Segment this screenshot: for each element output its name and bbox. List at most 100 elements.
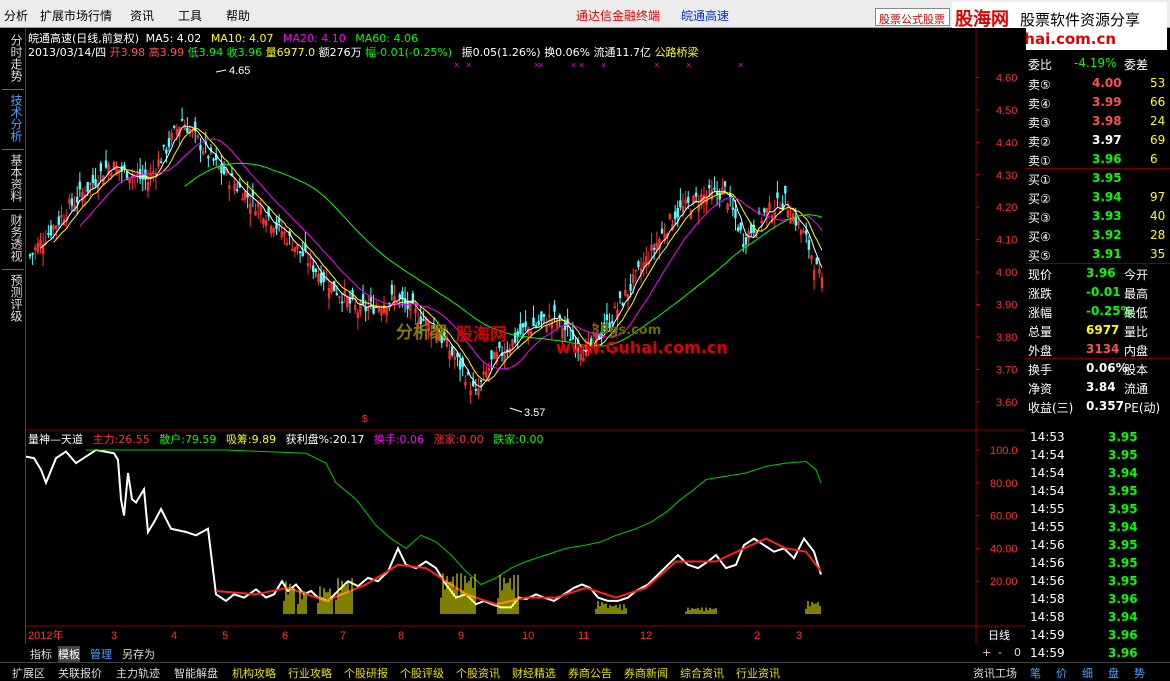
x-axis-label: 5 xyxy=(222,630,228,642)
buy-price: 3.95 xyxy=(1092,171,1122,185)
candle-body xyxy=(534,325,538,327)
btn-indicator[interactable]: 指标 xyxy=(30,646,52,662)
sub-legend: 量神—天道 主力:26.55 散户:79.59 吸筹:9.89 获利盘%:20.… xyxy=(28,431,543,447)
ad-box[interactable]: 股票公式股票 xyxy=(875,8,950,26)
tick-row[interactable]: 14:54 3.95 xyxy=(1026,446,1170,464)
tick-row[interactable]: 14:58 3.94 xyxy=(1026,608,1170,626)
buy-label: 买② xyxy=(1028,192,1051,206)
tick-row[interactable]: 14:58 3.96 xyxy=(1026,590,1170,608)
candle-body xyxy=(173,125,176,128)
ind-retail-label: 散户: xyxy=(159,433,185,446)
stat-label: 外盘 xyxy=(1028,344,1053,358)
stat-row: 换手 0.06% 股本 xyxy=(1026,359,1170,378)
candle-body xyxy=(94,179,97,186)
footer-news-item[interactable]: 券商公告 xyxy=(568,665,612,681)
stat-row: 现价 3.96 今开 xyxy=(1026,264,1170,283)
footer-news-item[interactable]: 机构攻略 xyxy=(232,665,276,681)
tab-rating[interactable]: 预测评级 xyxy=(4,274,23,322)
sell-price: 3.99 xyxy=(1092,95,1122,109)
turn-label: 换 xyxy=(544,46,556,59)
menu-help[interactable]: 帮助 xyxy=(226,7,250,24)
tab-intraday[interactable]: 分时走势 xyxy=(4,34,23,82)
sector-label[interactable]: 公路桥梁 xyxy=(655,46,699,59)
tab-basic-info[interactable]: 基本资料 xyxy=(4,154,23,202)
tick-row[interactable]: 14:59 3.96 xyxy=(1026,626,1170,644)
tick-row[interactable]: 14:55 3.95 xyxy=(1026,500,1170,518)
zoom-out-button[interactable]: - xyxy=(998,646,1002,659)
tick-price: 3.94 xyxy=(1108,610,1138,624)
chart-canvas[interactable]: 4.60 4.50 4.40 4.30 4.20 4.10 4.00 3.90 3.80 3.70… xyxy=(26,28,1026,644)
footer-news-item[interactable]: 行业攻略 xyxy=(288,665,332,681)
watermark-2: 股海网 xyxy=(456,325,507,345)
footer-mini-tab[interactable]: 细 xyxy=(1082,665,1093,681)
watermark-3: www.Guhai.com.cn xyxy=(556,338,728,357)
tick-time: 14:54 xyxy=(1030,448,1065,462)
btn-template[interactable]: 模板 xyxy=(58,646,80,662)
tick-row[interactable]: 14:55 3.94 xyxy=(1026,518,1170,536)
footer-news-item[interactable]: 综合资讯 xyxy=(680,665,724,681)
footer-corner[interactable]: 资讯工场 xyxy=(973,665,1017,681)
promo-stock[interactable]: 皖通高速 xyxy=(681,7,729,24)
tick-row[interactable]: 14:53 3.95 xyxy=(1026,428,1170,446)
sub-tick-label: 80.00 xyxy=(990,478,1018,490)
candle-body xyxy=(335,292,339,296)
buy-volume: 40 xyxy=(1150,209,1166,223)
candle-body xyxy=(319,272,323,284)
stat-right-label: PE(动) xyxy=(1124,401,1161,415)
ind-dec: 跌家:0.00 xyxy=(493,433,543,446)
tick-row[interactable]: 14:59 3.96 xyxy=(1026,644,1170,662)
footer-news-item[interactable]: 个股研报 xyxy=(344,665,388,681)
chart-area[interactable]: 4.60 4.50 4.40 4.30 4.20 4.10 4.00 3.90 3.80 3.70… xyxy=(26,28,1026,644)
menu-tools[interactable]: 工具 xyxy=(178,7,202,24)
candle-body xyxy=(76,196,79,203)
candle-body xyxy=(398,294,401,299)
zoom-in-button[interactable]: + xyxy=(982,646,991,659)
footer-left-item[interactable]: 扩展区 xyxy=(12,665,45,681)
candle-body xyxy=(246,193,249,198)
tick-list[interactable]: 14:53 3.95 14:54 3.95 14:54 3.94 14:54 3.95 14:5… xyxy=(1026,428,1170,662)
footer-news-item[interactable]: 个股评级 xyxy=(400,665,444,681)
tick-row[interactable]: 14:54 3.94 xyxy=(1026,464,1170,482)
candle-body xyxy=(519,323,522,334)
event-marker: × xyxy=(571,60,576,70)
promo-terminal[interactable]: 通达信金融终端 xyxy=(576,7,660,24)
sub-indicator-name[interactable]: 量神—天道 xyxy=(28,433,83,446)
tick-row[interactable]: 14:56 3.95 xyxy=(1026,536,1170,554)
tab-technical[interactable]: 技术分析 xyxy=(4,94,23,142)
candle-body xyxy=(521,323,525,328)
tick-row[interactable]: 14:54 3.95 xyxy=(1026,482,1170,500)
price-tick-label: 3.90 xyxy=(996,299,1017,311)
tick-price: 3.96 xyxy=(1108,592,1138,606)
footer-news-item[interactable]: 行业资讯 xyxy=(736,665,780,681)
footer-mini-tab[interactable]: 价 xyxy=(1056,665,1067,681)
btn-save-as[interactable]: 另存为 xyxy=(122,646,155,662)
candle-body xyxy=(180,118,184,121)
menu-analysis[interactable]: 分析 xyxy=(4,7,28,24)
tick-row[interactable]: 14:56 3.95 xyxy=(1026,572,1170,590)
price-tick-label: 4.60 xyxy=(996,72,1017,84)
tick-time: 14:54 xyxy=(1030,484,1065,498)
footer-mini-tab[interactable]: 盘 xyxy=(1108,665,1119,681)
menu-extended-market[interactable]: 扩展市场行情 xyxy=(40,7,112,24)
ind-main-label: 主力: xyxy=(92,433,119,446)
tab-financials[interactable]: 财务透视 xyxy=(4,214,23,262)
footer-news-item[interactable]: 个股资讯 xyxy=(456,665,500,681)
price-tick-label: 4.50 xyxy=(996,105,1017,117)
zoom-reset-button[interactable]: 0 xyxy=(1014,646,1021,659)
tick-row[interactable]: 14:56 3.95 xyxy=(1026,554,1170,572)
footer-left-item[interactable]: 关联报价 xyxy=(58,665,102,681)
footer-mini-tab[interactable]: 势 xyxy=(1134,665,1145,681)
footer-news-item[interactable]: 券商新闻 xyxy=(624,665,668,681)
turn-value: 0.06% xyxy=(555,46,591,59)
candle-body xyxy=(524,321,527,327)
footer-news-item[interactable]: 财经精选 xyxy=(512,665,556,681)
btn-manage[interactable]: 管理 xyxy=(90,646,112,662)
tick-time: 14:55 xyxy=(1030,520,1065,534)
footer-mini-tab[interactable]: 笔 xyxy=(1030,665,1041,681)
stat-right-label: 股本 xyxy=(1124,363,1149,377)
menu-news[interactable]: 资讯 xyxy=(130,7,154,24)
footer-left-item[interactable]: 主力轨迹 xyxy=(116,665,160,681)
sell-volume: 53 xyxy=(1150,76,1166,90)
footer-left-item[interactable]: 智能解盘 xyxy=(174,665,218,681)
tick-time: 14:59 xyxy=(1030,646,1065,660)
